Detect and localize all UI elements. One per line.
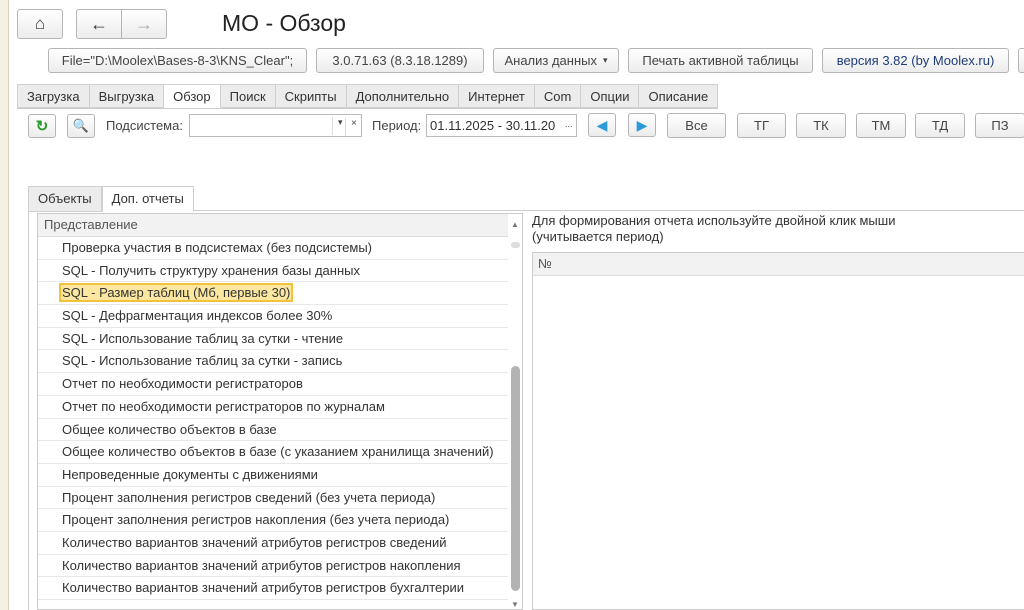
list-item-label: Процент заполнения регистров накопления … xyxy=(62,512,450,528)
scroll-thumb[interactable] xyxy=(511,366,520,591)
more-button[interactable] xyxy=(1018,48,1024,73)
list-item[interactable]: Отчет по необходимости регистраторов по … xyxy=(38,396,522,419)
list-item[interactable]: Количество вариантов значений атрибутов … xyxy=(38,555,522,578)
filter-td-button[interactable]: ТД xyxy=(915,113,965,138)
list-item-label: SQL - Дефрагментация индексов более 30% xyxy=(62,308,333,324)
list-item-label: SQL - Использование таблиц за сутки - чт… xyxy=(62,330,344,346)
print-table-button[interactable]: Печать активной таблицы xyxy=(628,48,813,73)
scroll-down-icon[interactable]: ▼ xyxy=(511,600,519,609)
home-button[interactable]: ⌂ xyxy=(17,9,63,39)
analysis-label: Анализ данных xyxy=(504,53,597,68)
column-header-number[interactable]: № xyxy=(533,253,1024,276)
tab-additional[interactable]: Дополнительно xyxy=(346,84,460,108)
list-item-label: SQL - Размер таблиц (Мб, первые 30) xyxy=(59,283,294,303)
list-item[interactable]: Общее количество объектов в базе xyxy=(38,419,522,442)
list-item-label: Общее количество объектов в базе xyxy=(62,421,277,437)
back-button[interactable]: ← xyxy=(76,9,122,39)
list-item[interactable]: SQL - Дефрагментация индексов более 30% xyxy=(38,305,522,328)
list-item-label: Процент заполнения регистров сведений (б… xyxy=(62,489,436,505)
tab-zagruzka[interactable]: Загрузка xyxy=(17,84,90,108)
list-item-label: Проверка участия в подсистемах (без подс… xyxy=(62,240,373,255)
sub-tabs: Объекты Доп. отчеты xyxy=(28,186,194,212)
filter-tm-button[interactable]: ТМ xyxy=(856,113,906,138)
period-input[interactable]: 01.11.2025 - 30.11.20 xyxy=(426,114,577,137)
tab-internet[interactable]: Интернет xyxy=(459,84,535,108)
filter-all-button[interactable]: Все xyxy=(667,113,726,138)
list-item-label: Отчет по необходимости регистраторов xyxy=(62,376,303,392)
magnifier-icon: 🔍 xyxy=(72,118,90,133)
list-item[interactable]: SQL - Использование таблиц за сутки - чт… xyxy=(38,328,522,351)
main-tabs: Загрузка Выгрузка Обзор Поиск Скрипты До… xyxy=(17,84,719,109)
filter-tg-button[interactable]: ТГ xyxy=(737,113,786,138)
period-forward-button[interactable]: ▶ xyxy=(628,113,656,137)
tab-description[interactable]: Описание xyxy=(639,84,719,108)
refresh-icon: ↻ xyxy=(35,118,49,135)
list-item-label: SQL - Получить структуру хранения базы д… xyxy=(62,262,360,278)
tab-objects[interactable]: Объекты xyxy=(28,186,102,212)
analysis-dropdown[interactable]: Анализ данных ▾ xyxy=(493,48,619,73)
list-item-label: Количество вариантов значений атрибутов … xyxy=(62,534,447,550)
period-back-button[interactable]: ◀ xyxy=(588,113,616,137)
platform-version-button[interactable]: 3.0.71.63 (8.3.18.1289) xyxy=(316,48,484,73)
arrow-right-icon: → xyxy=(135,13,153,34)
list-item-label: Непроведенные документы с движениями xyxy=(62,466,318,482)
arrow-right-icon: ▶ xyxy=(636,116,648,133)
hint-line-1: Для формирования отчета используйте двой… xyxy=(532,213,896,228)
refresh-button[interactable]: ↻ xyxy=(28,114,56,138)
arrow-left-icon: ← xyxy=(90,13,108,34)
list-item[interactable]: SQL - Использование таблиц за сутки - за… xyxy=(38,350,522,374)
report-table: № xyxy=(532,252,1024,610)
tab-vygruzka[interactable]: Выгрузка xyxy=(89,84,165,108)
list-item[interactable]: SQL - Размер таблиц (Мб, первые 30) xyxy=(38,282,522,306)
subsystem-label: Подсистема: xyxy=(106,118,183,133)
home-icon: ⌂ xyxy=(34,14,46,33)
tab-scripts[interactable]: Скрипты xyxy=(275,84,347,108)
list-item-label: Отчет по необходимости регистраторов по … xyxy=(62,398,385,414)
file-button[interactable]: File="D:\Moolex\Bases-8-3\KNS_Clear"; xyxy=(48,48,307,73)
find-button[interactable]: 🔍 xyxy=(67,114,95,138)
list-item[interactable]: Процент заполнения регистров сведений (б… xyxy=(38,487,522,510)
period-label: Период: xyxy=(372,118,422,133)
forward-button[interactable]: → xyxy=(121,9,167,39)
tab-extra-reports[interactable]: Доп. отчеты xyxy=(101,186,194,212)
list-item-label: Общее количество объектов в базе (с указ… xyxy=(62,444,494,460)
clear-icon[interactable]: × xyxy=(345,118,357,136)
page-title: МО - Обзор xyxy=(222,10,346,36)
list-item[interactable]: Непроведенные документы с движениями xyxy=(38,464,522,487)
report-hint: Для формирования отчета используйте двой… xyxy=(532,213,895,245)
scroll-track xyxy=(511,242,520,248)
list-item-label: Количество вариантов значений атрибутов … xyxy=(62,580,464,596)
filter-pz-button[interactable]: ПЗ xyxy=(975,113,1024,138)
list-item[interactable]: Отчет по необходимости регистраторов xyxy=(38,373,522,396)
list-item[interactable]: Количество вариантов значений атрибутов … xyxy=(38,577,522,600)
period-select-icon[interactable]: ... xyxy=(565,119,573,129)
scrollbar[interactable]: ▲ ▼ xyxy=(508,214,522,609)
tab-options[interactable]: Опции xyxy=(581,84,640,108)
tab-poisk[interactable]: Поиск xyxy=(220,84,276,108)
hint-line-2: (учитывается период) xyxy=(532,229,664,244)
scroll-up-icon[interactable]: ▲ xyxy=(511,220,519,229)
dropdown-icon[interactable]: ▾ xyxy=(332,117,343,135)
filter-tk-button[interactable]: ТК xyxy=(796,113,846,138)
list-item-label: Количество вариантов значений атрибутов … xyxy=(62,557,461,573)
chevron-down-icon: ▾ xyxy=(603,55,608,65)
version-button[interactable]: версия 3.82 (by Moolex.ru) xyxy=(822,48,1009,73)
window-edge xyxy=(0,0,9,610)
reports-list: Представление Проверка участия в подсист… xyxy=(37,213,523,610)
list-item[interactable]: Общее количество объектов в базе (с указ… xyxy=(38,441,522,464)
list-item[interactable]: Количество вариантов значений атрибутов … xyxy=(38,532,522,555)
tab-com[interactable]: Com xyxy=(534,84,582,108)
arrow-left-icon: ◀ xyxy=(596,116,608,133)
tab-obzor[interactable]: Обзор xyxy=(164,84,221,108)
column-header-representation[interactable]: Представление xyxy=(38,214,522,237)
list-item[interactable]: Процент заполнения регистров накопления … xyxy=(38,509,522,532)
list-item[interactable]: Проверка участия в подсистемах (без подс… xyxy=(38,237,522,260)
list-item-label: SQL - Использование таблиц за сутки - за… xyxy=(62,353,343,369)
list-item[interactable]: SQL - Получить структуру хранения базы д… xyxy=(38,260,522,283)
